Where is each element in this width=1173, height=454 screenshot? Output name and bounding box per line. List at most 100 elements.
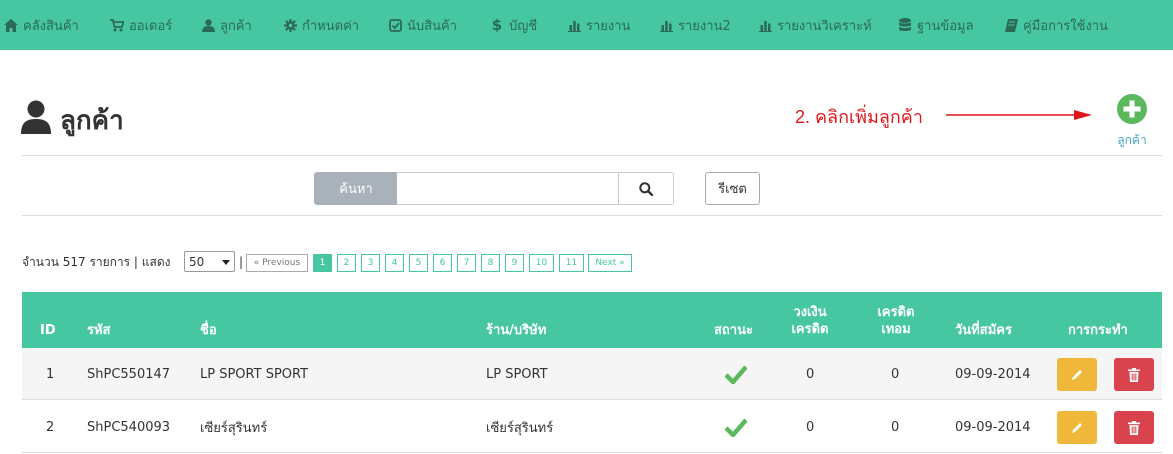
delete-button[interactable] (1114, 358, 1154, 391)
header-shop: ร้าน/บริษัท (486, 323, 547, 338)
search-label: ค้นหา (314, 172, 398, 205)
home-icon (4, 18, 18, 32)
header-credit-term-line2: เทอม (881, 322, 911, 337)
reset-button[interactable]: รีเซต (705, 172, 760, 205)
page-8-button[interactable]: 8 (481, 254, 500, 272)
nav-label: รายงานวิเคราะห์ (777, 18, 872, 34)
nav-item-database[interactable]: ฐานข้อมูล (898, 0, 974, 50)
header-actions: การกระทำ (1068, 323, 1128, 338)
add-customer-button[interactable]: ลูกค้า (1114, 94, 1150, 150)
page-9-button[interactable]: 9 (505, 254, 524, 272)
bar-chart-icon (758, 18, 772, 32)
page-1-button[interactable]: 1 (313, 254, 332, 272)
nav-label: คู่มือการใช้งาน (1023, 18, 1108, 34)
check-icon (725, 365, 747, 384)
table-header: ID รหัส ชื่อ ร้าน/บริษัท สถานะ วงเงิน เค… (22, 292, 1162, 348)
chevron-down-icon (222, 260, 230, 265)
cell-credit-term: 0 (891, 419, 900, 435)
header-credit-term: เครดิต เทอม (874, 304, 918, 338)
cell-registered: 09-09-2014 (955, 366, 1031, 382)
header-code: รหัส (87, 323, 111, 338)
prev-page-button[interactable]: « Previous (246, 254, 308, 272)
annotation-text: 2. คลิกเพิ่มลูกค้า (795, 107, 923, 127)
nav-item-reports2[interactable]: รายงาน2 (659, 0, 731, 50)
header-credit-limit-line2: เครดิต (791, 322, 829, 337)
page-size-value: 50 (189, 254, 205, 269)
separator: | (239, 255, 244, 269)
nav-label: กำหนดค่า (302, 18, 360, 34)
cell-shop: LP SPORT (486, 366, 548, 382)
cell-code: ShPC550147 (87, 366, 171, 382)
cell-credit-limit: 0 (806, 366, 815, 382)
delete-button[interactable] (1114, 411, 1154, 444)
page-2-button[interactable]: 2 (337, 254, 356, 272)
nav-item-analytics[interactable]: รายงานวิเคราะห์ (758, 0, 872, 50)
trash-icon (1128, 367, 1140, 382)
record-count: จำนวน 517 รายการ | แสดง (22, 255, 171, 269)
divider (22, 215, 1162, 216)
nav-label: คลังสินค้า (23, 18, 79, 34)
cell-name: LP SPORT SPORT (200, 366, 309, 382)
top-navbar: คลังสินค้า ออเดอร์ ลูกค้า กำหนดค่า นับสิ… (0, 0, 1173, 50)
bar-chart-icon (567, 18, 581, 32)
page-5-button[interactable]: 5 (409, 254, 428, 272)
book-icon (1004, 18, 1018, 32)
plus-circle-icon (1117, 94, 1147, 124)
cell-id: 2 (46, 419, 55, 435)
table-row: 2 ShPC540093 เซียร์สุรินทร์ เซียร์สุรินท… (22, 401, 1162, 453)
edit-button[interactable] (1057, 358, 1097, 391)
header-registered: วันที่สมัคร (955, 323, 1012, 338)
next-page-button[interactable]: Next » (588, 254, 632, 272)
search-input[interactable] (397, 172, 619, 205)
bar-chart-icon (659, 18, 673, 32)
nav-item-settings[interactable]: กำหนดค่า (283, 0, 359, 50)
cart-icon (110, 18, 124, 32)
nav-label: ฐานข้อมูล (917, 18, 974, 34)
nav-item-accounts[interactable]: $ บัญชี (490, 0, 537, 50)
nav-label: ออเดอร์ (129, 18, 173, 34)
nav-label: นับสินค้า (407, 18, 457, 34)
header-credit-limit-line1: วงเงิน (793, 305, 827, 320)
cell-id: 1 (46, 366, 55, 382)
table-row: 1 ShPC550147 LP SPORT SPORT LP SPORT 0 0… (22, 348, 1162, 400)
page-4-button[interactable]: 4 (385, 254, 404, 272)
add-customer-label: ลูกค้า (1117, 133, 1147, 147)
header-credit-term-line1: เครดิต (877, 305, 915, 320)
gear-icon (283, 18, 297, 32)
pencil-icon (1072, 422, 1082, 433)
page-size-select[interactable]: 50 (184, 251, 235, 272)
nav-item-orders[interactable]: ออเดอร์ (110, 0, 172, 50)
nav-item-manual[interactable]: คู่มือการใช้งาน (1004, 0, 1108, 50)
header-credit-limit: วงเงิน เครดิต (788, 304, 832, 338)
check-icon (725, 418, 747, 437)
cell-shop: เซียร์สุรินทร์ (486, 420, 554, 436)
edit-button[interactable] (1057, 411, 1097, 444)
page-7-button[interactable]: 7 (457, 254, 476, 272)
dollar-icon: $ (491, 16, 503, 34)
nav-label: รายงาน2 (678, 18, 731, 34)
page-10-button[interactable]: 10 (529, 254, 554, 272)
arrow-right-icon (946, 110, 1092, 120)
pencil-icon (1072, 369, 1082, 380)
page-11-button[interactable]: 11 (559, 254, 584, 272)
nav-item-customers[interactable]: ลูกค้า (201, 0, 252, 50)
cell-code: ShPC540093 (87, 419, 171, 435)
user-icon (201, 18, 215, 32)
nav-item-stock-count[interactable]: นับสินค้า (388, 0, 457, 50)
header-id: ID (40, 323, 56, 338)
cell-credit-term: 0 (891, 366, 900, 382)
user-icon (21, 100, 51, 134)
nav-label: รายงาน (586, 18, 631, 34)
page-6-button[interactable]: 6 (433, 254, 452, 272)
divider (22, 155, 1162, 156)
search-button[interactable] (618, 172, 674, 205)
nav-label: ลูกค้า (220, 18, 252, 34)
header-name: ชื่อ (200, 323, 217, 338)
database-icon (898, 18, 912, 32)
cell-status (725, 401, 747, 453)
search-icon (639, 181, 653, 196)
page-3-button[interactable]: 3 (361, 254, 380, 272)
nav-item-inventory[interactable]: คลังสินค้า (4, 0, 79, 50)
nav-item-reports[interactable]: รายงาน (567, 0, 630, 50)
cell-credit-limit: 0 (806, 419, 815, 435)
